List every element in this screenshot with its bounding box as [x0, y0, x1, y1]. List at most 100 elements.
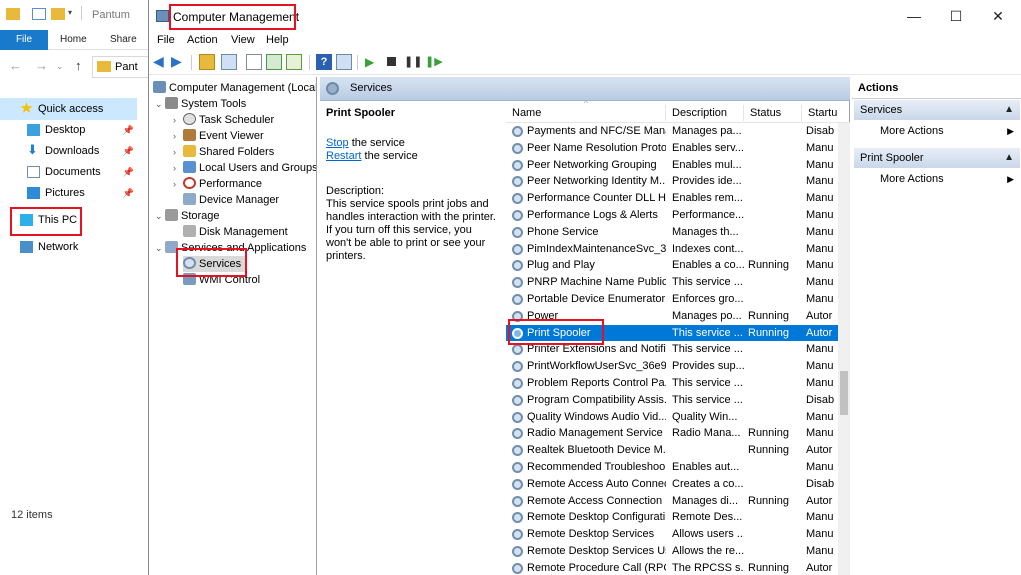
table-row[interactable]: PrintWorkflowUserSvc_36e9f Provides sup..…	[506, 358, 850, 375]
tree-node-performance[interactable]: › Performance	[173, 176, 262, 192]
menu-view[interactable]: View	[231, 34, 255, 46]
scrollbar-thumb[interactable]	[840, 371, 848, 415]
table-row[interactable]: Peer Name Resolution Proto... Enables ser…	[506, 140, 850, 157]
collapse-chevron-icon[interactable]: ⌄	[155, 240, 165, 256]
actions-section-print-spooler[interactable]: Print Spooler ▲	[854, 148, 1020, 168]
pin-icon[interactable]: 📌	[123, 183, 134, 204]
table-row[interactable]: PimIndexMaintenanceSvc_3... Indexes cont.…	[506, 241, 850, 258]
collapse-chevron-icon[interactable]: ⌄	[155, 208, 165, 224]
service-name: Remote Access Auto Connec...	[512, 476, 666, 493]
table-row[interactable]: Phone Service Manages th... Manu	[506, 224, 850, 241]
table-row[interactable]: Portable Device Enumerator ... Enforces g…	[506, 291, 850, 308]
nav-pictures[interactable]: Pictures 📌	[0, 183, 137, 204]
collapse-chevron-icon[interactable]: ⌄	[155, 96, 165, 112]
action-more-actions-spooler[interactable]: More Actions ▶	[880, 169, 1020, 189]
table-row[interactable]: Program Compatibility Assis... This servi…	[506, 392, 850, 409]
forward-arrow-icon[interactable]: ▶	[171, 54, 187, 70]
table-row[interactable]: Realtek Bluetooth Device M... Running Auto…	[506, 442, 850, 459]
column-header-startup[interactable]: Startu	[802, 105, 842, 121]
tree-node-device-manager[interactable]: Device Manager	[173, 192, 279, 208]
stop-service-icon[interactable]	[384, 54, 400, 70]
stop-service-link[interactable]: Stop	[326, 137, 349, 149]
tree-node-task-scheduler[interactable]: › Task Scheduler	[173, 112, 274, 128]
table-row[interactable]: Plug and Play Enables a co... Running Manu	[506, 257, 850, 274]
maximize-button[interactable]: ☐	[941, 6, 971, 26]
table-row[interactable]: Peer Networking Identity M... Provides id…	[506, 173, 850, 190]
vertical-scrollbar[interactable]	[838, 123, 850, 575]
table-row[interactable]: Radio Management Service Radio Mana... Run…	[506, 425, 850, 442]
address-bar[interactable]: Pant	[92, 56, 152, 78]
new-folder-icon[interactable]	[51, 8, 65, 20]
table-row[interactable]: Recommended Troubleshoo... Enables aut...…	[506, 459, 850, 476]
table-row[interactable]: Problem Reports Control Pa... This servic…	[506, 375, 850, 392]
pin-icon[interactable]: 📌	[123, 120, 134, 141]
action-pane-icon[interactable]	[336, 54, 352, 70]
nav-quick-access[interactable]: Quick access	[0, 98, 137, 120]
ribbon-tab-file[interactable]: File	[0, 30, 48, 50]
menu-help[interactable]: Help	[266, 34, 289, 46]
table-row[interactable]: Remote Access Auto Connec... Creates a co…	[506, 476, 850, 493]
pin-icon[interactable]: 📌	[123, 141, 134, 162]
service-description: Manages di...	[672, 493, 744, 510]
nav-documents[interactable]: Documents 📌	[0, 162, 137, 183]
tree-node-system-tools[interactable]: ⌄ System Tools	[155, 96, 246, 112]
actions-section-services[interactable]: Services ▲	[854, 100, 1020, 120]
refresh-icon[interactable]	[266, 54, 282, 70]
tree-node-local-users[interactable]: › Local Users and Groups	[173, 160, 316, 176]
nav-desktop[interactable]: Desktop 📌	[0, 120, 137, 141]
ribbon-tab-home[interactable]: Home	[60, 30, 87, 50]
customize-toolbar-icon[interactable]: ▾	[68, 8, 72, 17]
nav-network[interactable]: Network	[0, 237, 137, 258]
expand-chevron-icon[interactable]: ›	[173, 176, 183, 192]
tree-node-storage[interactable]: ⌄ Storage	[155, 208, 220, 224]
minimize-button[interactable]: —	[899, 6, 929, 26]
show-hide-tree-icon[interactable]	[221, 54, 237, 70]
menu-file[interactable]: File	[157, 34, 175, 46]
close-button[interactable]: ✕	[983, 6, 1013, 26]
table-row[interactable]: Remote Desktop Services Allows users ... M…	[506, 526, 850, 543]
service-name: Program Compatibility Assis...	[512, 392, 666, 409]
table-row[interactable]: Remote Desktop Configurati... Remote Des.…	[506, 509, 850, 526]
recent-locations-icon[interactable]: ⌄	[56, 61, 64, 72]
properties-icon[interactable]	[246, 54, 262, 70]
forward-arrow-icon[interactable]: →	[35, 58, 48, 73]
tree-node-root[interactable]: Computer Management (Local)	[153, 80, 316, 96]
collapse-triangle-icon[interactable]: ▲	[1004, 100, 1014, 120]
table-row[interactable]: PNRP Machine Name Public... This service …	[506, 274, 850, 291]
restart-service-link[interactable]: Restart	[326, 150, 361, 162]
expand-chevron-icon[interactable]: ›	[173, 128, 183, 144]
properties-icon[interactable]	[32, 8, 46, 20]
nav-downloads[interactable]: ⬇ Downloads 📌	[0, 141, 137, 162]
table-row[interactable]: Performance Logs & Alerts Performance... M…	[506, 207, 850, 224]
ribbon-tab-share[interactable]: Share	[110, 30, 137, 50]
back-arrow-icon[interactable]: ←	[9, 58, 22, 73]
help-icon[interactable]: ?	[316, 54, 332, 70]
pin-icon[interactable]: 📌	[123, 162, 134, 183]
menu-action[interactable]: Action	[187, 34, 218, 46]
pause-service-icon[interactable]: ❚❚	[404, 54, 422, 70]
column-header-description[interactable]: Description	[666, 105, 744, 121]
collapse-triangle-icon[interactable]: ▲	[1004, 148, 1014, 168]
service-startup-type: Manu	[806, 375, 836, 392]
up-folder-icon[interactable]	[199, 54, 215, 70]
expand-chevron-icon[interactable]: ›	[173, 144, 183, 160]
tree-node-shared-folders[interactable]: › Shared Folders	[173, 144, 274, 160]
table-row[interactable]: Performance Counter DLL H... Enables rem.…	[506, 190, 850, 207]
tree-node-event-viewer[interactable]: › Event Viewer	[173, 128, 264, 144]
restart-service-icon[interactable]: ❚▶	[425, 54, 443, 70]
start-service-icon[interactable]: ▶	[365, 54, 381, 70]
tree-node-disk-management[interactable]: Disk Management	[173, 224, 288, 240]
expand-chevron-icon[interactable]: ›	[173, 160, 183, 176]
column-header-status[interactable]: Status	[744, 105, 802, 121]
table-row[interactable]: Remote Access Connection ... Manages di..…	[506, 493, 850, 510]
table-row[interactable]: Peer Networking Grouping Enables mul... Ma…	[506, 157, 850, 174]
action-more-actions-services[interactable]: More Actions ▶	[880, 121, 1020, 141]
up-arrow-icon[interactable]: ↑	[75, 58, 82, 73]
table-row[interactable]: Quality Windows Audio Vid... Quality Win.…	[506, 409, 850, 426]
table-row[interactable]: Remote Desktop Services Us... Allows the …	[506, 543, 850, 560]
back-arrow-icon[interactable]: ◀	[153, 54, 169, 70]
table-row[interactable]: Remote Procedure Call (RPC) The RPCSS s..…	[506, 560, 850, 575]
expand-chevron-icon[interactable]: ›	[173, 112, 183, 128]
table-row[interactable]: Payments and NFC/SE Mana... Manages pa...…	[506, 123, 850, 140]
export-list-icon[interactable]	[286, 54, 302, 70]
